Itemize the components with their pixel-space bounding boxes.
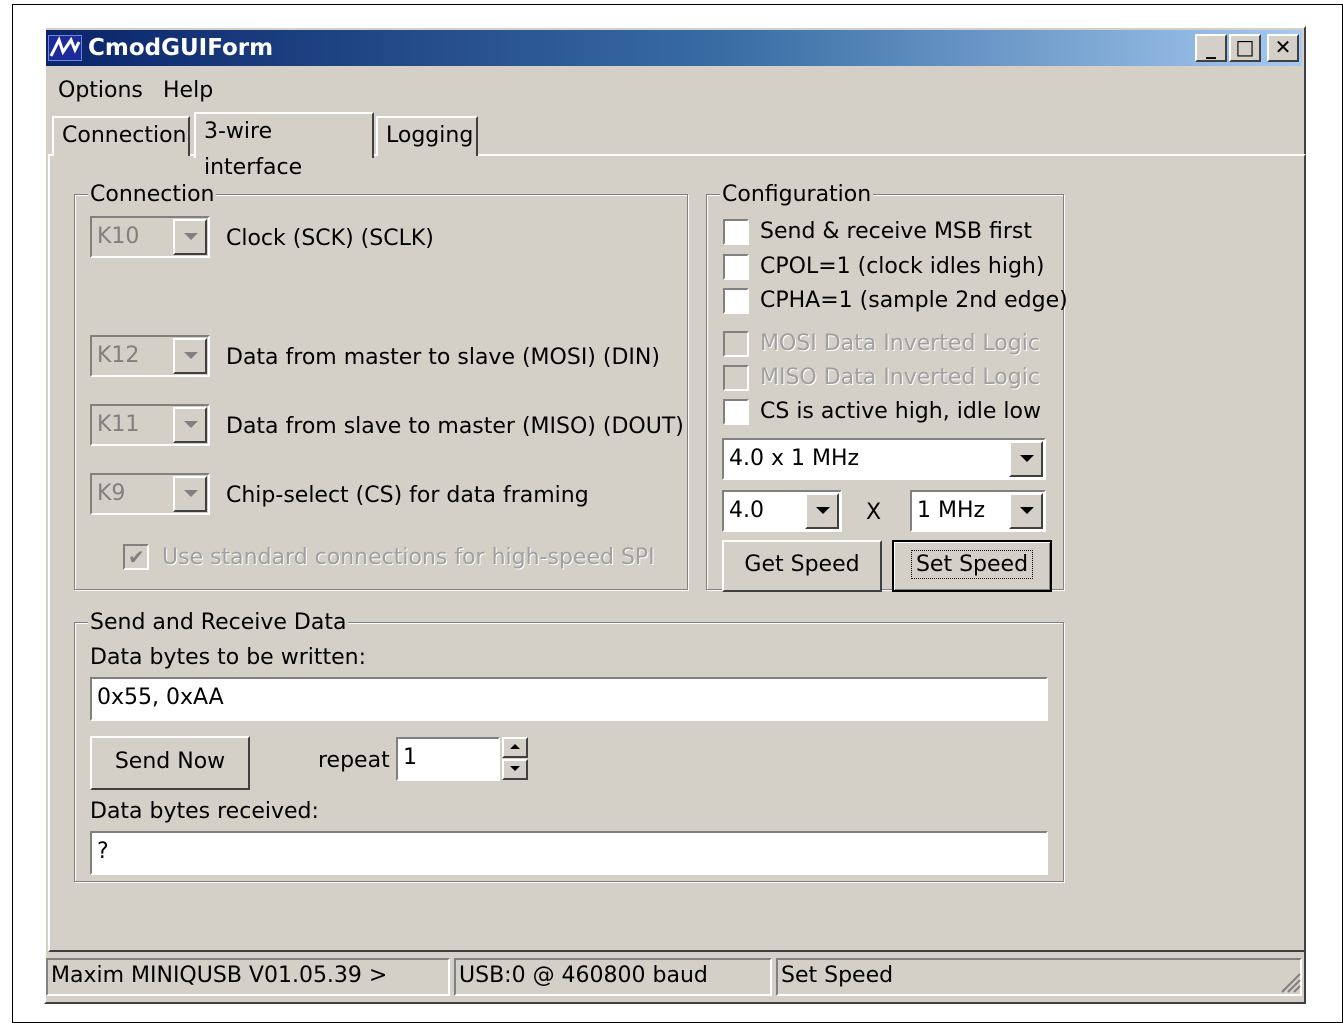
- received-value: ?: [97, 839, 109, 864]
- unit-select[interactable]: 1 MHz: [910, 490, 1046, 532]
- sck-label: Clock (SCK) (SCLK): [226, 226, 434, 251]
- cs-active-high-label: CS is active high, idle low: [760, 399, 1041, 424]
- send-receive-group-title: Send and Receive Data: [88, 610, 349, 636]
- cpha-label: CPHA=1 (sample 2nd edge): [760, 288, 1068, 313]
- spin-up-icon[interactable]: [502, 737, 528, 758]
- configuration-group-title: Configuration: [720, 182, 874, 208]
- chevron-down-icon: [173, 407, 207, 443]
- connection-group-title: Connection: [88, 182, 217, 208]
- cs-pin-value: K9: [97, 481, 126, 506]
- chevron-down-icon: [173, 219, 207, 255]
- std-connections-checkbox[interactable]: ✔: [123, 544, 149, 570]
- set-speed-label: Set Speed: [910, 550, 1034, 579]
- cs-label: Chip-select (CS) for data framing: [226, 483, 589, 508]
- cs-active-high-checkbox[interactable]: [723, 399, 749, 425]
- cpol-label: CPOL=1 (clock idles high): [760, 254, 1045, 279]
- chevron-down-icon: [173, 338, 207, 374]
- mosi-pin-value: K12: [97, 343, 140, 368]
- chevron-down-icon: [805, 493, 839, 529]
- miso-pin-select[interactable]: K11: [90, 404, 210, 446]
- cpha-checkbox[interactable]: [723, 288, 749, 314]
- menu-options[interactable]: Options: [58, 78, 143, 104]
- tab-3-wire-interface[interactable]: 3-wire interface: [194, 112, 374, 180]
- mosi-pin-select[interactable]: K12: [90, 335, 210, 377]
- write-input[interactable]: 0x55, 0xAA: [90, 677, 1048, 721]
- app-logo-icon: [48, 35, 82, 61]
- status-connection: USB:0 @ 460800 baud: [454, 958, 772, 996]
- speed-select[interactable]: 4.0 x 1 MHz: [722, 438, 1046, 480]
- msb-first-checkbox[interactable]: [723, 219, 749, 245]
- miso-pin-value: K11: [97, 412, 140, 437]
- sck-pin-select[interactable]: K10: [90, 216, 210, 258]
- miso-label: Data from slave to master (MISO) (DOUT): [226, 414, 684, 439]
- write-label: Data bytes to be written:: [90, 645, 366, 670]
- mosi-label: Data from master to slave (MOSI) (DIN): [226, 345, 660, 370]
- chevron-down-icon: [1009, 441, 1043, 477]
- spin-down-icon[interactable]: [502, 759, 528, 780]
- status-version: Maxim MINIQUSB V01.05.39 >: [46, 958, 450, 996]
- cpol-checkbox[interactable]: [723, 254, 749, 280]
- mosi-inverted-checkbox[interactable]: [723, 331, 749, 357]
- chevron-down-icon: [1009, 493, 1043, 529]
- window-title: CmodGUIForm: [88, 35, 274, 61]
- std-connections-label: Use standard connections for high-speed …: [162, 545, 655, 570]
- sck-pin-value: K10: [97, 224, 140, 249]
- repeat-value: 1: [403, 745, 417, 770]
- close-button[interactable]: ✕: [1267, 34, 1299, 62]
- msb-first-label: Send & receive MSB first: [760, 219, 1032, 244]
- cs-pin-select[interactable]: K9: [90, 473, 210, 515]
- tab-logging[interactable]: Logging: [376, 116, 478, 156]
- repeat-label: repeat: [318, 748, 390, 773]
- speed-value: 4.0 x 1 MHz: [729, 446, 860, 471]
- menu-help[interactable]: Help: [163, 78, 213, 104]
- miso-inverted-label: MISO Data Inverted Logic: [760, 365, 1040, 390]
- send-now-button[interactable]: Send Now: [90, 736, 250, 790]
- maximize-button[interactable]: □: [1229, 34, 1261, 62]
- received-label: Data bytes received:: [90, 799, 319, 824]
- status-action: Set Speed: [776, 958, 1302, 996]
- received-output[interactable]: ?: [90, 831, 1048, 875]
- write-value: 0x55, 0xAA: [97, 685, 224, 710]
- times-label: X: [866, 500, 882, 525]
- repeat-input[interactable]: 1: [396, 737, 500, 781]
- set-speed-button[interactable]: Set Speed: [892, 540, 1052, 592]
- minimize-button[interactable]: _: [1195, 34, 1227, 62]
- multiplier-value: 4.0: [729, 498, 764, 523]
- resize-grip-icon[interactable]: [1278, 970, 1302, 994]
- unit-value: 1 MHz: [917, 498, 986, 523]
- chevron-down-icon: [173, 476, 207, 512]
- multiplier-select[interactable]: 4.0: [722, 490, 842, 532]
- mosi-inverted-label: MOSI Data Inverted Logic: [760, 331, 1040, 356]
- checkmark-icon: ✔: [128, 545, 145, 569]
- get-speed-button[interactable]: Get Speed: [722, 540, 882, 592]
- tab-connection[interactable]: Connection: [52, 116, 190, 156]
- miso-inverted-checkbox[interactable]: [723, 365, 749, 391]
